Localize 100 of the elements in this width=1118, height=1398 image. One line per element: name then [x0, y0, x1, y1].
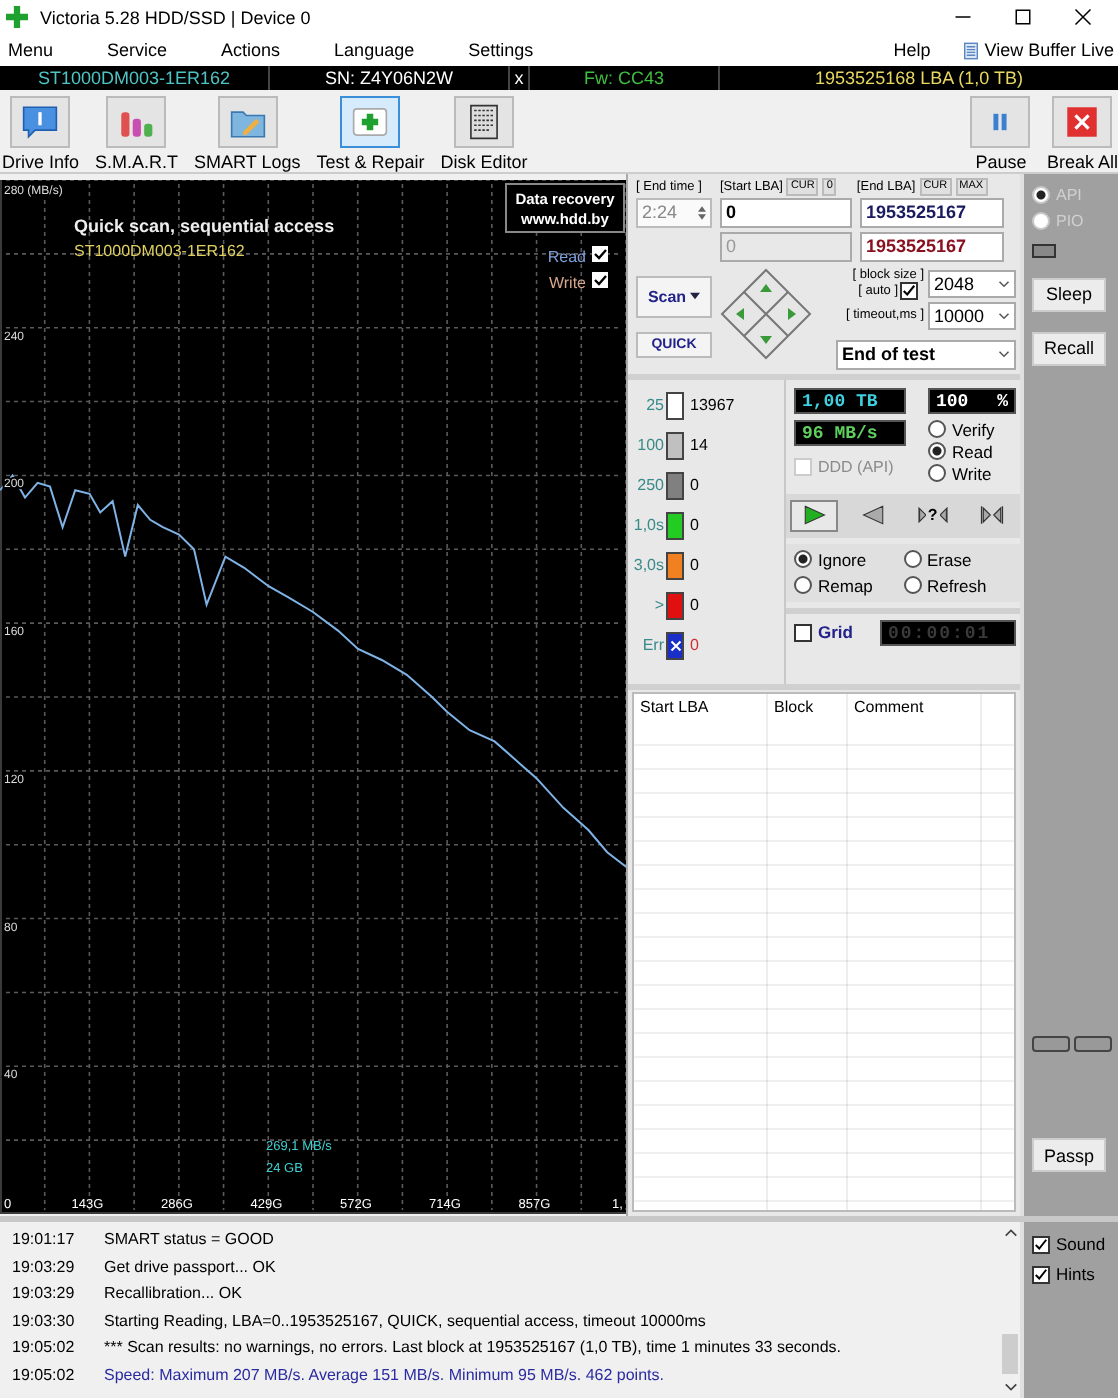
- done-display: 1,00 TB: [794, 387, 906, 414]
- check-icon: [902, 283, 916, 298]
- ad-banner[interactable]: [505, 182, 625, 233]
- start-lba-field[interactable]: 0: [720, 197, 852, 228]
- drive-model: ST1000DM003-1ER162: [0, 65, 270, 90]
- toolbar-tab[interactable]: Test & Repair: [316, 95, 425, 172]
- block-count: 0: [690, 596, 699, 615]
- current-end-lba-field: 1953525167: [860, 231, 1004, 262]
- log-time: 19:05:02: [12, 1365, 77, 1384]
- scrollbar-thumb[interactable]: [1002, 1334, 1018, 1375]
- scan-button[interactable]: Scan: [636, 275, 712, 318]
- repair-radio[interactable]: Erase: [903, 549, 1012, 570]
- triangle-icon: [917, 506, 926, 525]
- chevron-icon: [998, 350, 1010, 359]
- log-time: 19:03:29: [12, 1284, 77, 1303]
- passport-button[interactable]: Passp: [1032, 1138, 1106, 1173]
- menu-item[interactable]: Service: [107, 40, 168, 61]
- scroll-up-icon: [1003, 1228, 1017, 1239]
- block-count: 0: [690, 476, 699, 495]
- chart-title: Quick scan, sequential access: [74, 215, 335, 236]
- spinner-arrows-icon: [698, 203, 706, 222]
- log-message: *** Scan results: no warnings, no errors. Last block at 1953525167 (1,0 TB), time 1 minutes 33 seconds.: [104, 1338, 841, 1357]
- reverse-icon: [859, 504, 888, 527]
- playback-button[interactable]: ?: [908, 499, 957, 532]
- log-message: Starting Reading, LBA=0..1953525167, QUICK, sequential access, timeout 10000ms: [104, 1311, 706, 1330]
- drive-capacity: 1953525168 LBA (1,0 TB): [813, 65, 1025, 90]
- grid-checkbox[interactable]: Grid: [794, 622, 853, 643]
- block-time-label: 3,0s: [631, 556, 664, 575]
- view-buffer-button[interactable]: View Buffer Live: [964, 40, 1118, 61]
- menu-item[interactable]: Menu: [8, 40, 54, 61]
- current-lba-field: 0: [720, 231, 852, 262]
- mode-radio[interactable]: Write: [928, 463, 1016, 484]
- chevron-icon: [998, 279, 1010, 288]
- app-icon: [6, 6, 28, 29]
- repair-radio[interactable]: Ignore: [794, 549, 903, 570]
- caret-icon: [690, 292, 701, 301]
- mode-radio[interactable]: Read: [928, 441, 1016, 462]
- speed-display: 96 MB/s: [794, 419, 906, 446]
- block-size-select[interactable]: 2048: [928, 269, 1016, 298]
- auto-checkbox[interactable]: [900, 281, 918, 300]
- cross-icon: [669, 639, 681, 652]
- indicator-light: [1032, 1036, 1070, 1053]
- close-drive-button[interactable]: x: [510, 65, 530, 90]
- chevron-icon: [998, 311, 1010, 320]
- serial-number: SN: Z4Y06N2W: [270, 65, 510, 90]
- block-time-label: >: [652, 596, 664, 615]
- drive-name: ST1000DM003-1ER162: [74, 241, 245, 260]
- legend-label: Read: [547, 247, 586, 266]
- block-count: 14: [690, 436, 708, 455]
- timeout-select[interactable]: 10000: [928, 301, 1016, 330]
- repair-radio[interactable]: Refresh: [903, 575, 1012, 596]
- block-count: 0: [690, 556, 699, 575]
- log-time: 19:05:02: [12, 1338, 77, 1357]
- toolbar-tab[interactable]: SMART Logs: [194, 95, 301, 172]
- menu-item[interactable]: Settings: [468, 40, 534, 61]
- maximize-icon[interactable]: [1014, 8, 1032, 27]
- column-header[interactable]: Start LBA: [634, 693, 768, 722]
- scroll-down-icon: [1003, 1382, 1017, 1393]
- info-icon: [20, 103, 61, 140]
- block-time-label: 1,0s: [631, 516, 664, 535]
- block-time-label: 250: [635, 476, 664, 495]
- first-aid-icon: [350, 103, 391, 140]
- mode-radio[interactable]: Verify: [928, 419, 1016, 440]
- log-message: Recallibration... OK: [104, 1284, 242, 1303]
- toolbar-tab[interactable]: Disk Editor: [440, 95, 528, 172]
- toolbar-tab[interactable]: S.M.A.R.T: [95, 95, 179, 172]
- menu-item[interactable]: Language: [334, 40, 415, 61]
- repair-radio[interactable]: Remap: [794, 575, 903, 596]
- log-message: Speed: Maximum 207 MB/s. Average 151 MB/s. Minimum 95 MB/s. 462 points.: [104, 1365, 664, 1384]
- close-icon[interactable]: [1074, 8, 1092, 27]
- block-count: 0: [690, 516, 699, 535]
- firmware-version: Fw: CC43: [530, 65, 720, 90]
- window-title: Victoria 5.28 HDD/SSD | Device 0: [40, 7, 313, 28]
- block-count: 13967: [690, 396, 735, 415]
- log-time: 19:03:29: [12, 1257, 77, 1276]
- log-message: SMART status = GOOD: [104, 1230, 274, 1249]
- triangle-icon: [939, 506, 948, 525]
- block-time-label: 25: [644, 396, 664, 415]
- side-button[interactable]: Sleep: [1032, 277, 1106, 312]
- option-checkbox[interactable]: Hints: [1032, 1264, 1118, 1285]
- column-header[interactable]: Comment: [848, 693, 982, 722]
- log-time: 19:01:17: [12, 1230, 77, 1249]
- side-button[interactable]: Recall: [1032, 331, 1106, 366]
- block-time-label: 100: [635, 436, 664, 455]
- block-count: 0: [690, 636, 699, 655]
- menu-item[interactable]: Actions: [221, 40, 281, 61]
- column-header[interactable]: Block: [768, 693, 848, 722]
- indicator-light: [1074, 1036, 1112, 1053]
- percent-sign: %: [997, 389, 1008, 412]
- percent-display: 100: [936, 389, 969, 412]
- direction-pad[interactable]: [720, 267, 812, 360]
- play-icon: [800, 504, 828, 527]
- end-lba-field[interactable]: 1953525167: [860, 197, 1004, 228]
- option-checkbox[interactable]: Sound: [1032, 1234, 1118, 1255]
- menu-item[interactable]: Help: [893, 40, 931, 61]
- log-time: 19:03:30: [12, 1311, 77, 1330]
- playback-button[interactable]: [790, 499, 838, 532]
- legend-label: Write: [548, 273, 586, 292]
- timer-display: 00:00:01: [880, 619, 1016, 646]
- on-end-select[interactable]: End of test: [836, 339, 1016, 370]
